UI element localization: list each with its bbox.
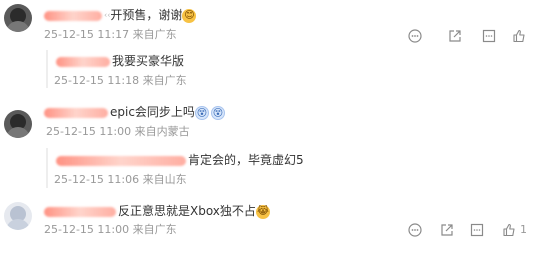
reply-block: 我要买豪华版 25-12-15 11:18 来自广东 — [46, 50, 187, 88]
reply-meta: 25-12-15 11:06 来自山东 — [54, 173, 187, 186]
comment-meta: 25-12-15 11:17 来自广东 — [44, 28, 177, 41]
comment-item: epic会同步上吗 😵 😵 25-12-15 11:00 来自内蒙古 肯定会的，毕竟… — [0, 96, 550, 188]
reply-meta: 25-12-15 11:18 来自广东 — [54, 74, 187, 87]
like-icon[interactable] — [502, 223, 516, 237]
share-icon[interactable] — [448, 29, 462, 43]
avatar[interactable] — [4, 202, 32, 230]
username-redacted[interactable] — [44, 10, 102, 21]
avatar[interactable] — [4, 4, 32, 32]
more-icon[interactable] — [408, 29, 422, 43]
username-redacted[interactable] — [44, 107, 108, 118]
comment-actions — [408, 29, 538, 43]
comment-icon[interactable] — [470, 223, 484, 237]
comment-text: ‹‹开预售，谢谢 😊 — [44, 7, 197, 24]
comment-item: ‹‹开预售，谢谢 😊 25-12-15 11:17 来自广东 我要买豪华版 25-… — [0, 0, 550, 90]
avatar[interactable] — [4, 110, 32, 138]
dizzy-emoji-icon: 😵 — [210, 105, 225, 120]
comments-feed: ‹‹开预售，谢谢 😊 25-12-15 11:17 来自广东 我要买豪华版 25-… — [0, 0, 550, 253]
comment-item: 反正意思就是Xbox独不占😹 25-12-15 11:00 来自广东 1 — [0, 198, 550, 253]
cat-emoji-icon: 😹 — [255, 204, 270, 219]
more-icon[interactable] — [408, 223, 422, 237]
comment-meta: 25-12-15 11:00 来自内蒙古 — [46, 125, 190, 138]
username-redacted[interactable] — [56, 56, 110, 67]
comment-text: epic会同步上吗 😵 😵 — [44, 104, 225, 120]
comment-meta: 25-12-15 11:00 来自广东 — [44, 223, 177, 236]
share-icon[interactable] — [440, 223, 454, 237]
username-redacted[interactable] — [56, 155, 186, 166]
reply-text: 肯定会的，毕竟虚幻5 — [56, 152, 304, 168]
reply-text: 我要买豪华版 — [56, 53, 184, 69]
comment-text: 反正意思就是Xbox独不占😹 — [44, 203, 270, 219]
comment-icon[interactable] — [482, 29, 496, 43]
smile-emoji-icon: 😊 — [182, 8, 197, 23]
username-redacted[interactable] — [44, 206, 116, 217]
dizzy-emoji-icon: 😵 — [194, 105, 209, 120]
comment-actions: 1 — [408, 223, 538, 237]
like-count: 1 — [520, 223, 527, 236]
like-icon[interactable] — [512, 29, 526, 43]
reply-block: 肯定会的，毕竟虚幻5 25-12-15 11:06 来自山东 — [46, 148, 304, 188]
